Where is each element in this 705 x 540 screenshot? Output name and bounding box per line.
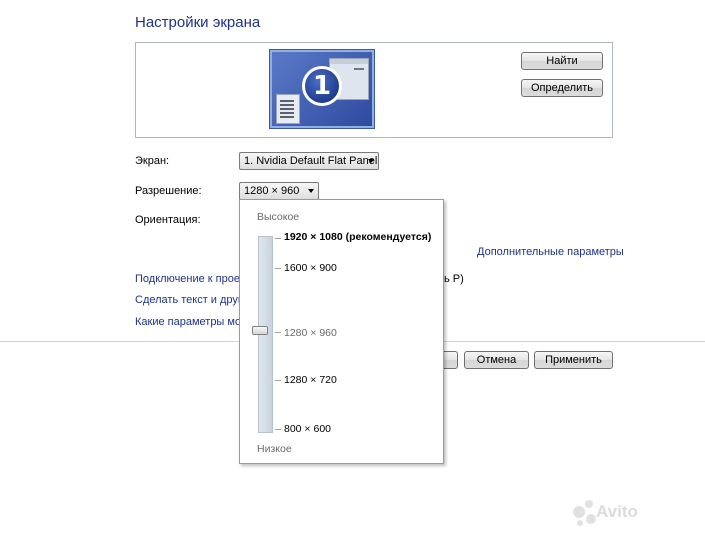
resolution-option[interactable]: 1280 × 720 [284, 374, 337, 386]
resolution-option[interactable]: 800 × 600 [284, 423, 331, 435]
detect-button[interactable]: Определить [521, 79, 603, 97]
chevron-down-icon [368, 159, 374, 163]
monitor-number-badge: 1 [302, 66, 342, 106]
resolution-option[interactable]: 1600 × 900 [284, 262, 337, 274]
resolution-select-value: 1280 × 960 [244, 185, 300, 197]
resolution-slider-thumb[interactable] [252, 326, 268, 335]
identify-button[interactable]: Найти [521, 52, 603, 70]
monitor-preview-area: 1 Найти Определить [135, 42, 613, 138]
chevron-down-icon [308, 189, 314, 193]
apply-button[interactable]: Применить [534, 351, 613, 369]
orientation-label: Ориентация: [135, 214, 201, 226]
resolution-dropdown-panel: Высокое 1920 × 1080 (рекомендуется) 1600… [239, 199, 444, 464]
resolution-low-label: Низкое [257, 443, 292, 455]
resolution-high-label: Высокое [257, 211, 300, 223]
document-thumbnail-icon [276, 94, 300, 124]
resolution-option[interactable]: 1280 × 960 [284, 327, 337, 339]
display-label: Экран: [135, 155, 170, 167]
advanced-settings-link[interactable]: Дополнительные параметры [477, 246, 624, 258]
resolution-label: Разрешение: [135, 185, 202, 197]
connect-projector-suffix: ь P) [444, 273, 464, 285]
display-select[interactable]: 1. Nvidia Default Flat Panel [239, 152, 379, 170]
resolution-select[interactable]: 1280 × 960 [239, 182, 319, 200]
window-title: Настройки экрана [135, 14, 261, 31]
resolution-option[interactable]: 1920 × 1080 (рекомендуется) [284, 231, 431, 243]
display-select-value: 1. Nvidia Default Flat Panel [244, 155, 378, 167]
watermark: Avito [596, 502, 638, 521]
monitor-1-thumbnail[interactable]: 1 [270, 50, 374, 128]
text-size-link[interactable]: Сделать текст и други [135, 294, 248, 306]
which-settings-link[interactable]: Какие параметры мон [135, 316, 247, 328]
connect-projector-link[interactable]: Подключение к проек [135, 273, 245, 285]
cancel-button[interactable]: Отмена [464, 351, 529, 369]
